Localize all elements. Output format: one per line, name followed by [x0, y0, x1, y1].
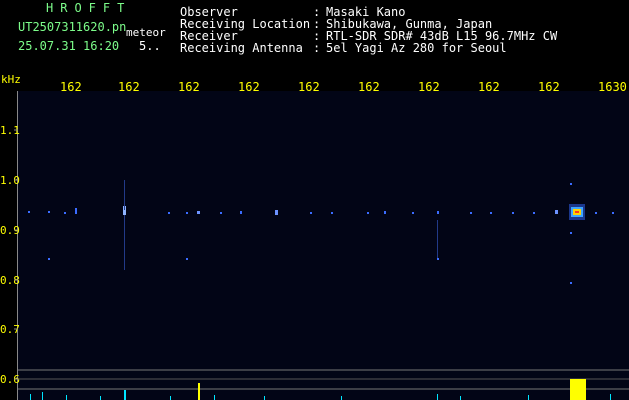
power-spike [198, 383, 200, 400]
power-trace [30, 390, 611, 400]
meteor-echo [569, 204, 585, 220]
power-burst [570, 379, 586, 400]
spectrogram-overlay [14, 129, 629, 400]
